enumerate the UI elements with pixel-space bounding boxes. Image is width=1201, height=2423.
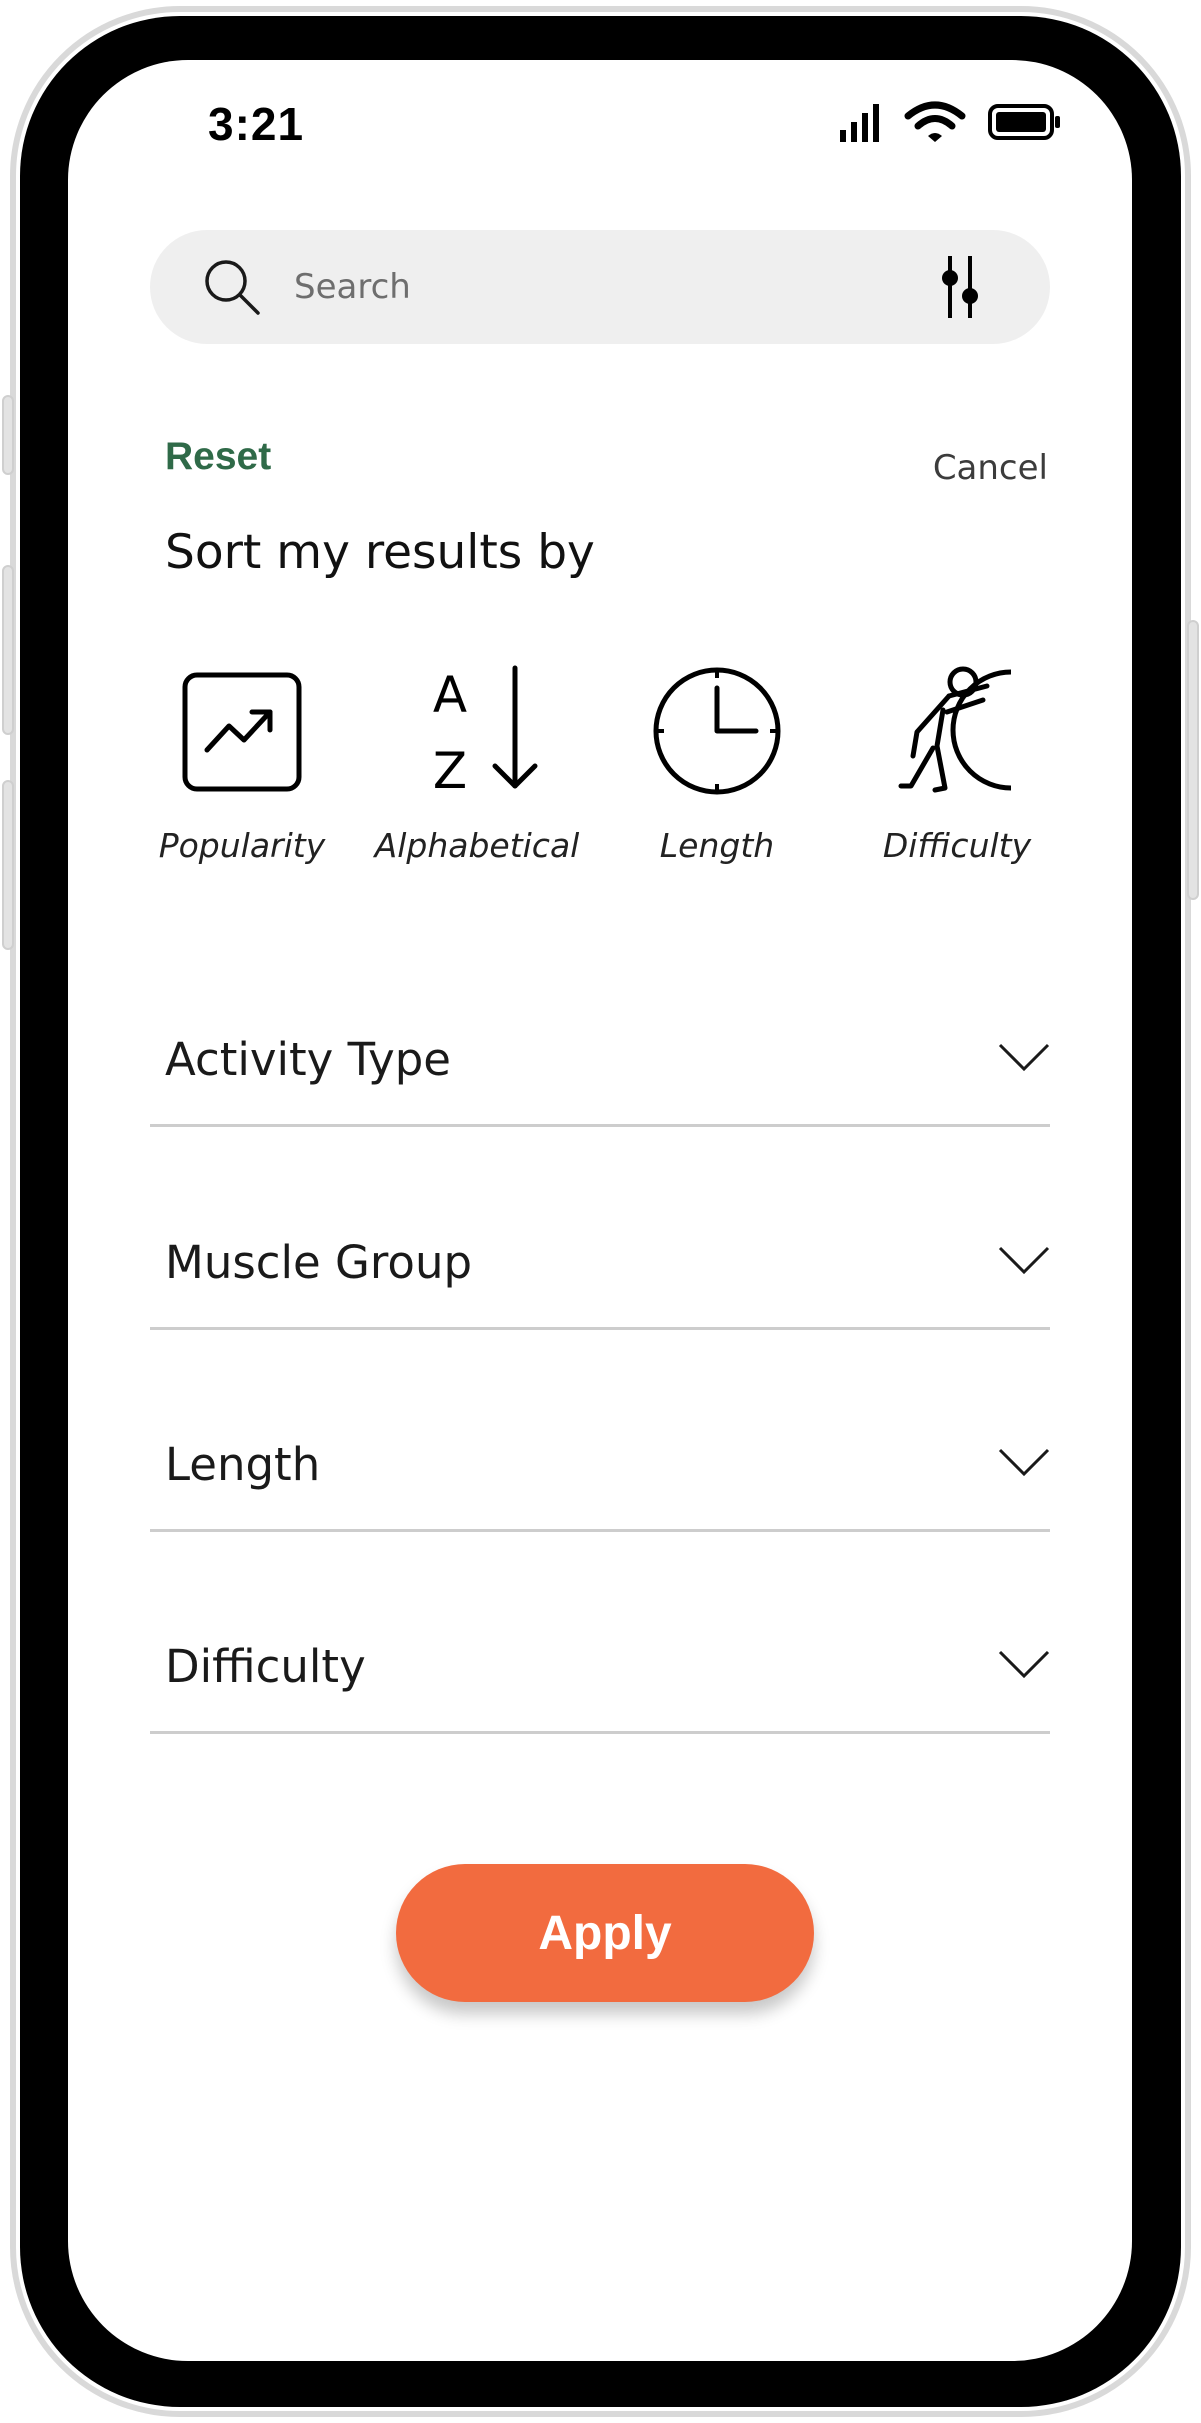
filter-length[interactable]: Length xyxy=(150,1400,1050,1560)
reset-button[interactable]: Reset xyxy=(165,435,271,479)
filter-label: Muscle Group xyxy=(165,1236,473,1289)
filter-label: Activity Type xyxy=(165,1033,451,1086)
filter-screen: 3:21 Search Reset Cancel Sort my results… xyxy=(68,60,1132,2361)
svg-text:Z: Z xyxy=(433,742,467,800)
filter-label: Difficulty xyxy=(165,1640,366,1693)
sort-option-popularity[interactable]: Popularity xyxy=(127,660,357,880)
az-sort-icon: A Z xyxy=(362,660,592,800)
side-button-power xyxy=(1187,620,1199,900)
cellular-signal-icon xyxy=(838,102,882,147)
wifi-icon xyxy=(904,100,966,149)
filter-activity-type[interactable]: Activity Type xyxy=(150,995,1050,1155)
side-button-silent xyxy=(2,395,14,475)
divider xyxy=(150,1327,1050,1330)
sort-label-length: Length xyxy=(659,826,775,865)
cancel-button[interactable]: Cancel xyxy=(933,448,1048,488)
search-input[interactable] xyxy=(294,230,854,344)
sort-option-difficulty[interactable]: Difficulty xyxy=(842,660,1072,880)
chevron-down-icon xyxy=(998,1041,1050,1073)
filter-difficulty[interactable]: Difficulty xyxy=(150,1602,1050,1762)
sort-label-popularity: Popularity xyxy=(158,826,326,865)
battery-icon xyxy=(988,103,1062,146)
chevron-down-icon xyxy=(998,1648,1050,1680)
apply-button[interactable]: Apply xyxy=(396,1864,814,2002)
chevron-down-icon xyxy=(998,1244,1050,1276)
side-button-volume-down xyxy=(2,780,14,950)
status-icons xyxy=(816,100,1062,149)
clock-icon xyxy=(602,660,832,800)
sort-label-difficulty: Difficulty xyxy=(882,826,1032,865)
divider xyxy=(150,1731,1050,1734)
sort-label-alphabetical: Alphabetical xyxy=(374,826,580,865)
sort-option-length[interactable]: Length xyxy=(602,660,832,880)
filter-muscle-group[interactable]: Muscle Group xyxy=(150,1198,1050,1358)
search-icon xyxy=(202,257,262,317)
sort-option-alphabetical[interactable]: A Z Alphabetical xyxy=(362,660,592,880)
divider xyxy=(150,1124,1050,1127)
status-time: 3:21 xyxy=(208,98,305,150)
filter-label: Length xyxy=(165,1438,321,1491)
trending-up-icon xyxy=(127,660,357,800)
side-button-volume-up xyxy=(2,565,14,735)
filter-sliders-icon[interactable] xyxy=(932,250,988,324)
svg-text:A: A xyxy=(433,666,467,724)
divider xyxy=(150,1529,1050,1532)
search-bar[interactable] xyxy=(150,230,1050,344)
chevron-down-icon xyxy=(998,1446,1050,1478)
sort-title: Sort my results by xyxy=(165,525,595,580)
pushing-boulder-icon xyxy=(842,660,1072,800)
